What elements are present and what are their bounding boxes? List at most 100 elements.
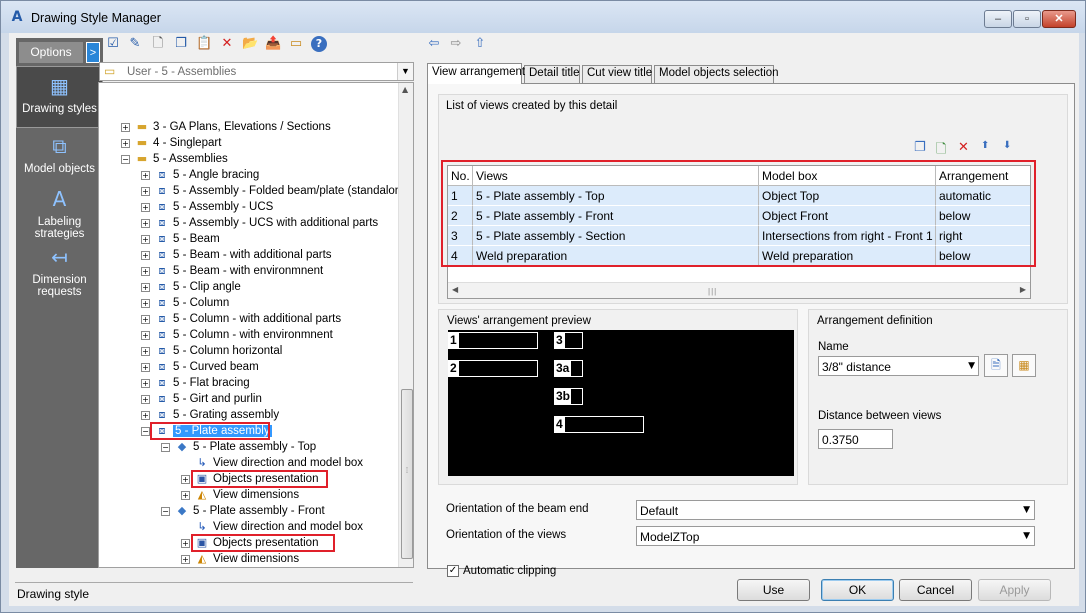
expand-icon[interactable]: + [141,394,150,404]
close-button[interactable]: ✕ [1042,10,1076,28]
tree-vertical-scrollbar[interactable]: ▲ ⁞ [398,83,413,567]
arrangement-name-select[interactable]: 3/8" distance ▼ [818,356,979,376]
views-orientation-select[interactable]: ModelZTop ▼ [636,526,1035,546]
tree-item[interactable]: + ⧈ 5 - Curved beam [141,359,259,375]
back-arrow-icon[interactable]: ⇦ [426,36,442,52]
tree-item[interactable]: + ⧈ 5 - Flat bracing [141,375,250,391]
expand-icon[interactable]: + [141,170,150,180]
tree-item[interactable]: + ⧈ 5 - Assembly - UCS with additional par… [141,215,378,231]
automatic-clipping-checkbox[interactable]: ✓ [447,565,459,577]
tree-item[interactable]: + ⧈ 5 - Beam [141,231,220,247]
tree-item[interactable]: ↳ View direction and model box [181,455,363,471]
tab-cut-view-title[interactable]: Cut view title [582,65,652,83]
expand-icon[interactable]: + [141,282,150,292]
maximize-button[interactable]: ▫ [1013,10,1041,28]
expand-icon[interactable]: + [141,314,150,324]
preview-icon[interactable]: ▭ [288,36,304,52]
export-icon[interactable]: 📤 [265,36,281,52]
expand-icon[interactable]: + [181,554,190,564]
expand-icon[interactable]: + [141,202,150,212]
sidebar-toggle-button[interactable]: > [86,42,100,63]
expand-icon[interactable]: + [141,234,150,244]
delete-view-icon[interactable]: ✕ [958,140,969,155]
expand-icon[interactable]: + [141,298,150,308]
expand-icon[interactable]: + [141,362,150,372]
copy-icon[interactable]: ❐ [173,36,189,52]
tree-item[interactable]: − ◆ 5 - Plate assembly - Top [161,439,316,455]
style-tree[interactable]: + ▬ 3 - GA Plans, Elevations / Sections + ▬ 4… [98,82,414,568]
expand-icon[interactable]: + [121,122,130,132]
delete-icon[interactable]: ✕ [219,36,235,52]
help-icon[interactable]: ? [311,36,327,52]
tree-item[interactable]: + ⧈ 5 - Beam - with additional parts [141,247,332,263]
paste-icon[interactable]: 📋 [196,36,212,52]
tree-item[interactable]: + ⧈ 5 - Beam - with environmnent [141,263,323,279]
tree-item[interactable]: + ⧈ 5 - Column - with environmnent [141,327,333,343]
edit-icon[interactable]: ✎ [127,36,143,52]
tree-item[interactable]: + ⧈ 5 - Column [141,295,229,311]
scroll-up-icon[interactable]: ▲ [402,85,408,94]
move-down-icon[interactable]: ⬇ [1003,140,1011,151]
distance-between-views-field[interactable]: 0.3750 [818,429,893,449]
collapse-icon[interactable]: − [121,154,130,164]
tree-item[interactable]: + ◭ View dimensions [181,551,299,567]
scroll-left-icon[interactable]: ◀ [452,285,458,294]
tree-item[interactable]: + ⧈ 5 - Angle bracing [141,167,259,183]
tree-item[interactable]: − ◆ 5 - Plate assembly - Front [161,503,325,519]
chevron-down-icon[interactable]: ▼ [968,361,975,371]
expand-icon[interactable]: + [141,250,150,260]
sidebar-item-drawing-styles[interactable]: ▦ Drawing styles [16,66,103,128]
forward-arrow-icon[interactable]: ⇨ [448,36,464,52]
up-arrow-icon[interactable]: ⇧ [472,36,488,52]
chevron-down-icon[interactable]: ▼ [1023,505,1030,515]
add-view-icon[interactable]: 🗋 [936,140,946,162]
tree-item[interactable]: + ⧈ 5 - Grating assembly [141,407,279,423]
expand-icon[interactable]: + [181,474,190,484]
tab-view-arrangement[interactable]: View arrangement [427,63,525,84]
scrollbar-thumb[interactable]: ⁞ [401,389,413,559]
new-icon[interactable]: 🗋 [150,36,166,52]
expand-icon[interactable]: + [121,138,130,148]
collapse-icon[interactable]: − [161,442,170,452]
collapse-icon[interactable]: − [161,506,170,516]
ok-button[interactable]: OK [821,579,894,601]
chevron-down-icon[interactable]: ▼ [1023,531,1030,541]
sidebar-item-dimension-requests[interactable]: ↤ Dimension requests [16,244,103,298]
tree-item[interactable]: − ▬ 5 - Assemblies [121,151,228,167]
use-button[interactable]: Use [737,579,810,601]
import-icon[interactable]: 📂 [242,36,258,52]
tree-item[interactable]: + ▬ 4 - Singlepart [121,135,221,151]
collapse-icon[interactable]: − [141,426,150,436]
expand-icon[interactable]: + [181,490,190,500]
minimize-button[interactable]: – [984,10,1012,28]
expand-icon[interactable]: + [141,346,150,356]
scroll-right-icon[interactable]: ▶ [1020,285,1026,294]
sidebar-item-model-objects[interactable]: ⧉ Model objects [16,130,103,175]
expand-icon[interactable]: + [141,330,150,340]
tab-model-objects-selection[interactable]: Model objects selection [654,65,779,83]
beam-end-orientation-select[interactable]: Default ▼ [636,500,1035,520]
cancel-button[interactable]: Cancel [899,579,972,601]
tree-item[interactable]: + ⧈ 5 - Column - with additional parts [141,311,341,327]
tree-item[interactable]: ↳ View direction and model box [181,519,363,535]
expand-icon[interactable]: + [141,410,150,420]
tree-item[interactable]: + ◭ View dimensions [181,487,299,503]
expand-icon[interactable]: + [141,218,150,228]
sidebar-item-labeling-strategies[interactable]: A Labeling strategies [16,186,103,240]
tree-item[interactable]: +◆5 - Plate assembly - Section [161,567,336,568]
expand-icon[interactable]: + [141,266,150,276]
chevron-down-icon[interactable]: ▼ [397,63,413,80]
tree-item[interactable]: + ⧈ 5 - Assembly - UCS [141,199,273,215]
tree-item[interactable]: + ⧈ 5 - Girt and purlin [141,391,262,407]
options-button[interactable]: Options [19,42,83,63]
tab-detail-title[interactable]: Detail title [524,65,580,83]
check-icon[interactable]: ☑ [105,36,121,52]
expand-icon[interactable]: + [181,538,190,548]
tree-item[interactable]: + ⧈ 5 - Column horizontal [141,343,282,359]
tree-item[interactable]: + ▬ 3 - GA Plans, Elevations / Sections [121,119,331,135]
style-combo[interactable]: ▭ User - 5 - Assemblies ▼ [99,62,414,81]
tree-item[interactable]: + ⧈ 5 - Assembly - Folded beam/plate (stan… [141,183,408,199]
copy-view-icon[interactable]: ❐ [914,140,926,155]
edit-arrangement-button[interactable]: 🗎 [984,354,1008,377]
grid-horizontal-scrollbar[interactable]: ◀ ||| ▶ [448,282,1030,298]
